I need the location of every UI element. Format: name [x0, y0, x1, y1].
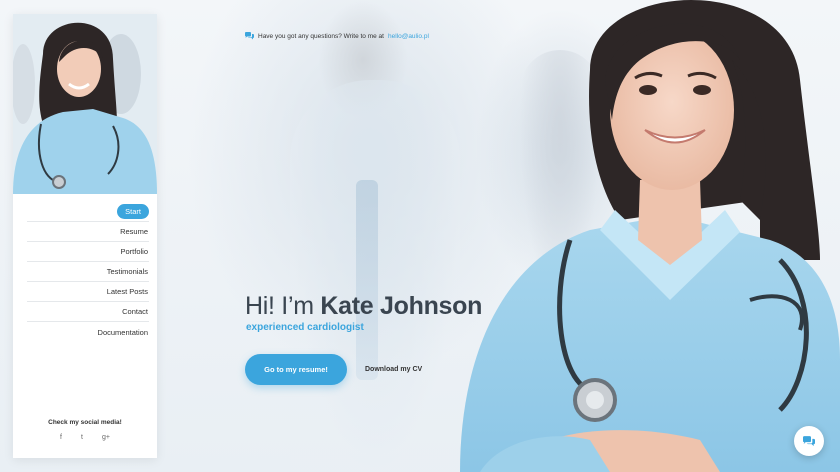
main-nav: Start Resume Portfolio Testimonials Late…	[27, 202, 149, 342]
chat-button[interactable]	[794, 426, 824, 456]
hero-portrait	[460, 0, 840, 472]
contact-banner: Have you got any questions? Write to me …	[245, 32, 429, 40]
nav-item-portfolio[interactable]: Portfolio	[27, 242, 149, 262]
download-cv-link[interactable]: Download my CV	[365, 366, 422, 373]
contact-text: Have you got any questions? Write to me …	[258, 32, 384, 40]
hero-headline: Hi! I’m Kate Johnson	[245, 292, 482, 321]
chat-bubbles-icon	[245, 32, 254, 40]
facebook-icon[interactable]: f	[60, 434, 62, 441]
nav-item-label: Testimonials	[106, 267, 148, 276]
chat-bubbles-icon	[803, 435, 815, 446]
nav-item-contact[interactable]: Contact	[27, 302, 149, 322]
twitter-icon[interactable]: t	[81, 434, 83, 441]
nav-item-testimonials[interactable]: Testimonials	[27, 262, 149, 282]
google-plus-icon[interactable]: g+	[102, 434, 110, 441]
social-links: f t g+	[13, 434, 157, 441]
nav-item-resume[interactable]: Resume	[27, 222, 149, 242]
nav-item-start[interactable]: Start	[27, 202, 149, 222]
profile-photo	[13, 14, 157, 194]
hero-subtitle: experienced cardiologist	[246, 322, 364, 333]
hero-greeting: Hi! I’m	[245, 292, 314, 320]
nav-item-latest-posts[interactable]: Latest Posts	[27, 282, 149, 302]
nav-item-label: Latest Posts	[106, 287, 148, 296]
nav-item-label: Start	[117, 204, 149, 219]
sidebar: Start Resume Portfolio Testimonials Late…	[13, 14, 157, 458]
nav-item-documentation[interactable]: Documentation	[27, 322, 149, 342]
contact-email-link[interactable]: hello@aulio.pl	[388, 33, 429, 40]
hero-name: Kate Johnson	[320, 292, 483, 320]
nav-item-label: Resume	[120, 227, 148, 236]
nav-item-label: Contact	[122, 307, 148, 316]
go-to-resume-button[interactable]: Go to my resume!	[245, 354, 347, 385]
social-title: Check my social media!	[48, 419, 122, 426]
nav-item-label: Portfolio	[120, 247, 148, 256]
nav-item-label: Documentation	[97, 327, 148, 337]
